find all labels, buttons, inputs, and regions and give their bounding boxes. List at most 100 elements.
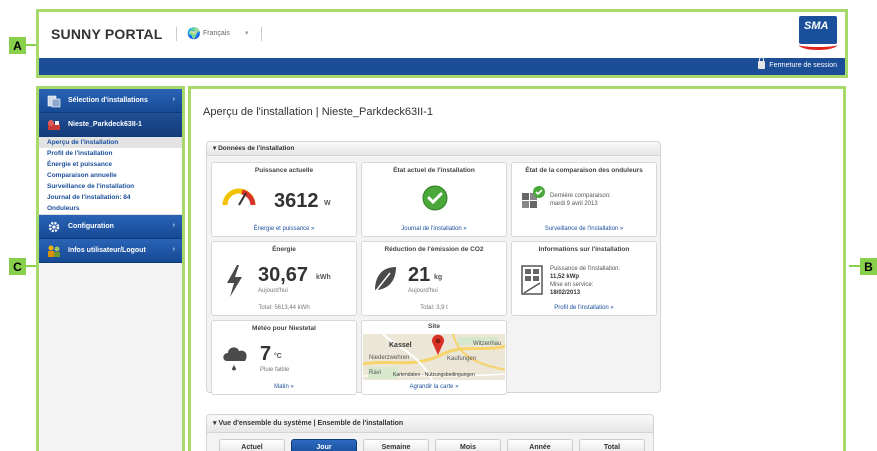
temperature-value: 7 xyxy=(260,343,272,365)
map-city: Kassel xyxy=(389,342,412,349)
tile-site: Site Kassel Witzenhau Niederzwehren Kauf… xyxy=(361,320,507,395)
tile-title: Réduction de l'émission de CO2 xyxy=(384,246,484,253)
sidebar-item-annual-comparison[interactable]: Comparaison annuelle xyxy=(39,170,182,181)
tab-actuel[interactable]: Actuel xyxy=(219,439,285,451)
chevron-right-icon: › xyxy=(172,246,175,253)
check-icon xyxy=(422,185,448,216)
users-icon xyxy=(47,244,61,258)
panel-header[interactable]: ▾ Données de l'installation xyxy=(207,142,660,156)
tile-current-power: Puissance actuelle 3612 W Énergie et pui… xyxy=(211,162,357,237)
sidebar-head-label: Configuration xyxy=(68,223,114,230)
sidebar-user[interactable]: Infos utilisateur/Logout › xyxy=(39,239,182,263)
energy-period: Aujourd'hui xyxy=(258,288,288,294)
tile-weather: Météo pour Niestetal 7 °C Pluie faible M… xyxy=(211,320,357,395)
map-town: Kaufungen xyxy=(447,356,477,362)
lightning-icon xyxy=(224,264,244,303)
callout-c: C xyxy=(9,258,26,275)
callout-a-line xyxy=(26,44,36,46)
tile-plant-state: État actuel de l'installation Journal de… xyxy=(361,162,507,237)
sidebar-configuration[interactable]: Configuration › xyxy=(39,215,182,239)
sidebar-item-overview[interactable]: Aperçu de l'installation xyxy=(39,137,182,148)
plant-monitoring-link[interactable]: Surveillance de l'installation » xyxy=(512,226,656,232)
callout-a: A xyxy=(9,37,26,54)
sidebar-item-inverters[interactable]: Onduleurs xyxy=(39,203,182,214)
page-title: Aperçu de l'installation | Nieste_Parkde… xyxy=(203,106,433,118)
callout-b: B xyxy=(860,258,877,275)
portal-screen: A C B SUNNY PORTAL 🌍 Français ▾ SMA Ferm… xyxy=(0,0,877,451)
energy-total: Total: 5613,44 kWh xyxy=(258,305,310,311)
map-pin-icon xyxy=(431,334,445,361)
map-town: Niederzwehren xyxy=(369,355,410,361)
chevron-down-icon[interactable]: ▾ xyxy=(245,29,249,37)
energy-power-link[interactable]: Énergie et puissance » xyxy=(212,226,356,232)
plants-icon xyxy=(47,94,61,108)
map-credit[interactable]: Kartendaten · Nutzungsbedingungen xyxy=(393,372,475,378)
lock-icon xyxy=(758,57,766,69)
callout-b-line xyxy=(849,265,860,267)
power-unit: W xyxy=(324,200,331,207)
weather-forecast-link[interactable]: Matin » xyxy=(212,384,356,390)
sidebar-head-label: Nieste_Parkdeck63II-1 xyxy=(68,121,142,128)
plant-profile-link[interactable]: Profil de l'installation » xyxy=(512,305,656,311)
building-icon xyxy=(520,264,546,301)
power-value: 3612 xyxy=(274,190,319,212)
map-town: Witzenhau xyxy=(473,341,502,347)
co2-period: Aujourd'hui xyxy=(408,288,438,294)
co2-value: 21 xyxy=(408,264,431,286)
sidebar-item-monitoring[interactable]: Surveillance de l'installation xyxy=(39,181,182,192)
globe-icon[interactable]: 🌍 xyxy=(187,27,201,40)
tab-jour[interactable]: Jour xyxy=(291,439,357,451)
logout-label: Fermeture de session xyxy=(769,61,837,69)
sidebar-item-profile[interactable]: Profil de l'installation xyxy=(39,148,182,159)
tile-inverter-comparison: État de la comparaison des onduleurs Der… xyxy=(511,162,657,237)
sidebar-item-energy[interactable]: Énergie et puissance xyxy=(39,159,182,170)
language-select[interactable]: Français xyxy=(203,30,230,37)
leaf-icon xyxy=(372,264,398,299)
tile-title: Informations sur l'installation xyxy=(538,246,630,253)
inverter-ok-icon xyxy=(520,185,546,216)
sidebar-plant-selection[interactable]: Sélection d'installations › xyxy=(39,89,182,113)
tile-title: Météo pour Niestetal xyxy=(252,325,316,332)
last-comparison-label: Dernière comparaison: xyxy=(550,193,611,199)
tab-mois[interactable]: Mois xyxy=(435,439,501,451)
plant-log-link[interactable]: Journal de l'installation » xyxy=(362,226,506,232)
plant-power-label: Puissance de l'installation: xyxy=(550,266,621,272)
commissioning-date: 18/02/2013 xyxy=(550,290,581,296)
sidebar: Sélection d'installations › Nieste_Parkd… xyxy=(36,86,185,451)
sidebar-item-log[interactable]: Journal de l'installation: 84 xyxy=(39,192,182,203)
sidebar-head-label: Sélection d'installations xyxy=(68,97,148,104)
sidebar-submenu: Aperçu de l'installation Profil de l'ins… xyxy=(39,137,182,215)
panel-header[interactable]: ▾ Vue d'ensemble du système | Ensemble d… xyxy=(207,415,653,433)
energy-unit: kWh xyxy=(316,274,331,281)
tab-semaine[interactable]: Semaine xyxy=(363,439,429,451)
separator xyxy=(176,27,177,41)
plant-icon xyxy=(47,118,61,132)
weather-description: Pluie faible xyxy=(260,367,290,373)
plant-data-panel: ▾ Données de l'installation Puissance ac… xyxy=(206,141,661,395)
tab-total[interactable]: Total xyxy=(579,439,645,451)
tile-co2: Réduction de l'émission de CO2 21 kg Auj… xyxy=(361,241,507,316)
logo-swoosh xyxy=(799,40,837,50)
map-town: Ravi xyxy=(369,370,382,376)
energy-value: 30,67 xyxy=(258,264,309,286)
plant-power-value: 11,52 kWp xyxy=(550,274,580,280)
tile-title: Énergie xyxy=(272,246,296,253)
site-map[interactable]: Kassel Witzenhau Niederzwehren Kaufungen… xyxy=(363,334,505,380)
tile-title: Site xyxy=(428,323,440,330)
temperature-unit: °C xyxy=(274,353,282,360)
tile-title: État actuel de l'installation xyxy=(393,167,475,174)
sidebar-plant[interactable]: Nieste_Parkdeck63II-1 xyxy=(39,113,182,137)
enlarge-map-link[interactable]: Agrandir la carte » xyxy=(362,384,506,390)
commissioning-label: Mise en service: xyxy=(550,282,594,288)
co2-unit: kg xyxy=(434,274,443,281)
tab-annee[interactable]: Année xyxy=(507,439,573,451)
separator xyxy=(261,27,262,41)
gauge-icon xyxy=(222,185,256,212)
main-content: Aperçu de l'installation | Nieste_Parkde… xyxy=(188,86,846,451)
logout-button[interactable]: Fermeture de session xyxy=(758,57,837,69)
chevron-right-icon: › xyxy=(172,96,175,103)
header-top: SUNNY PORTAL 🌍 Français ▾ SMA xyxy=(39,12,845,59)
tile-plant-info: Informations sur l'installation Puissanc… xyxy=(511,241,657,316)
period-tabs: Actuel Jour Semaine Mois Année Total xyxy=(219,439,645,451)
tile-title: État de la comparaison des onduleurs xyxy=(525,167,643,174)
